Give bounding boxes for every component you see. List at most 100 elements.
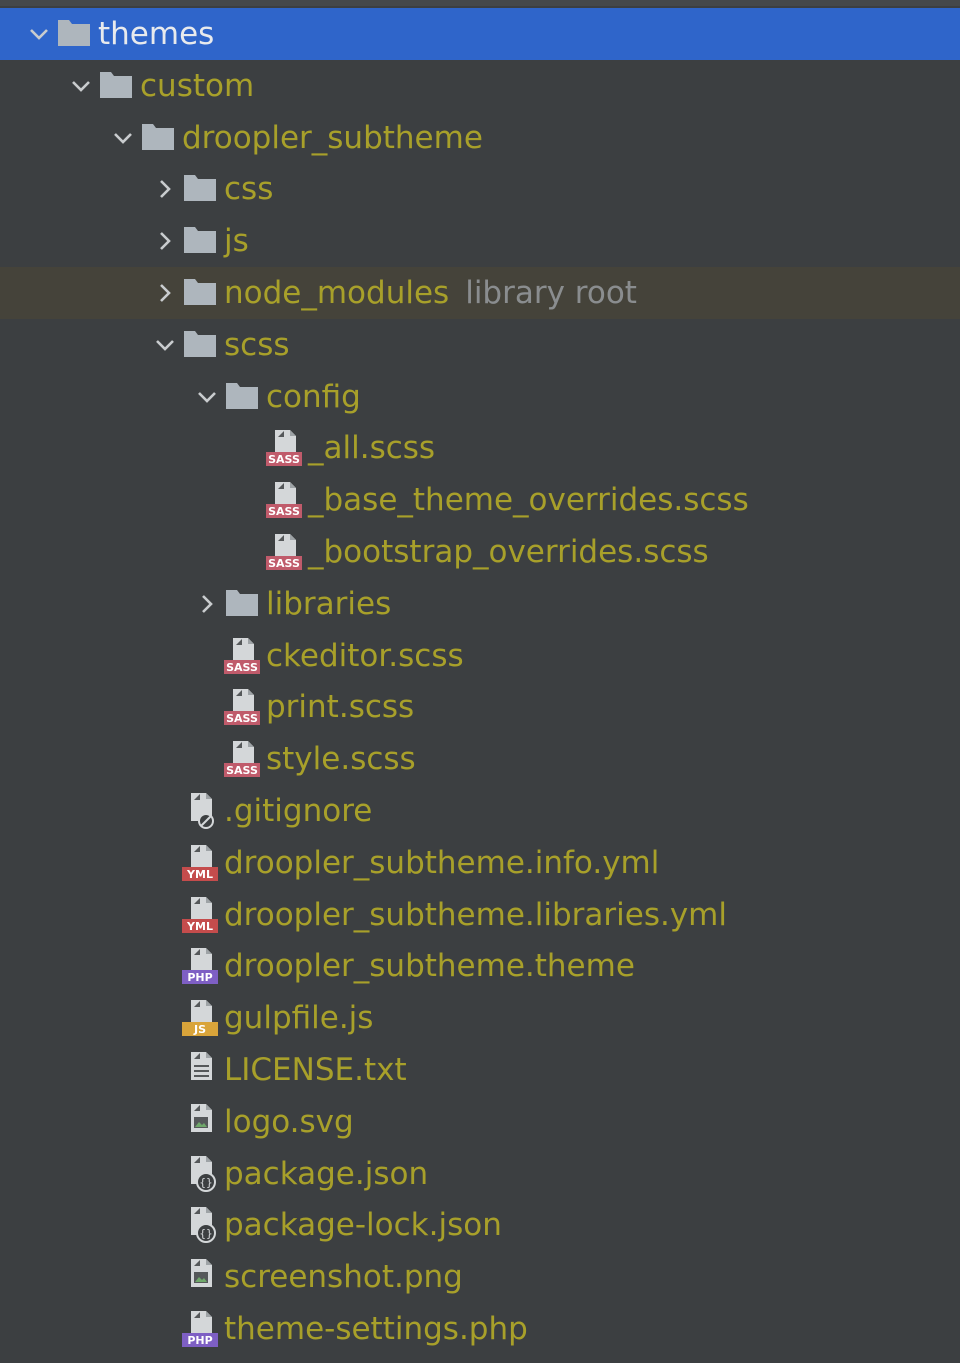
tree-folder-row[interactable]: libraries bbox=[0, 578, 960, 630]
tree-item-label: _all.scss bbox=[308, 430, 436, 467]
chevron-right-icon[interactable] bbox=[190, 578, 224, 630]
tree-item-label: droopler_subtheme bbox=[182, 119, 483, 156]
tree-item-label: custom bbox=[140, 67, 255, 104]
folder-icon bbox=[98, 60, 136, 112]
php-file-icon: PHP bbox=[182, 1303, 220, 1355]
tree-file-row[interactable]: screenshot.png bbox=[0, 1251, 960, 1303]
tree-file-row[interactable]: PHP theme-settings.php bbox=[0, 1303, 960, 1355]
tree-item-label: libraries bbox=[266, 585, 392, 622]
chevron-right-icon[interactable] bbox=[148, 215, 182, 267]
tree-item-label: _base_theme_overrides.scss bbox=[308, 482, 749, 519]
tree-file-row[interactable]: YML droopler_subtheme.libraries.yml bbox=[0, 889, 960, 941]
chevron-down-icon[interactable] bbox=[64, 60, 98, 112]
svg-text:SASS: SASS bbox=[268, 557, 300, 570]
tree-item-label: droopler_subtheme.libraries.yml bbox=[224, 896, 727, 933]
tree-file-row[interactable]: SASS _base_theme_overrides.scss bbox=[0, 474, 960, 526]
tree-file-row[interactable]: {} package-lock.json bbox=[0, 1199, 960, 1251]
tree-item-label: style.scss bbox=[266, 741, 416, 778]
tree-file-row[interactable]: LICENSE.txt bbox=[0, 1044, 960, 1096]
tree-item-label: screenshot.png bbox=[224, 1259, 463, 1296]
tree-file-row[interactable]: .gitignore bbox=[0, 785, 960, 837]
tree-folder-row[interactable]: css bbox=[0, 163, 960, 215]
tree-file-row[interactable]: logo.svg bbox=[0, 1096, 960, 1148]
library-root-hint: library root bbox=[465, 275, 637, 311]
tree-item-label: package-lock.json bbox=[224, 1207, 502, 1244]
json-file-icon: {} bbox=[182, 1148, 220, 1200]
tree-item-label: _bootstrap_overrides.scss bbox=[308, 534, 709, 570]
tree-item-label: print.scss bbox=[266, 689, 415, 726]
svg-text:PHP: PHP bbox=[187, 971, 212, 984]
chevron-right-icon[interactable] bbox=[148, 163, 182, 215]
tree-item-label: css bbox=[224, 171, 274, 208]
svg-text:SASS: SASS bbox=[226, 661, 258, 674]
svg-text:YML: YML bbox=[186, 868, 213, 881]
php-file-icon: PHP bbox=[182, 940, 220, 992]
tree-folder-row[interactable]: scss bbox=[0, 319, 960, 371]
sass-file-icon: SASS bbox=[224, 733, 262, 785]
yml-file-icon: YML bbox=[182, 889, 220, 941]
tree-item-label: ckeditor.scss bbox=[266, 637, 464, 674]
image-file-icon bbox=[182, 1251, 220, 1303]
tree-folder-row[interactable]: node_modules library root bbox=[0, 267, 960, 319]
folder-icon bbox=[182, 163, 220, 215]
tree-item-label: scss bbox=[224, 326, 290, 363]
folder-icon bbox=[140, 112, 178, 164]
svg-text:SASS: SASS bbox=[268, 505, 300, 518]
svg-text:YML: YML bbox=[186, 920, 213, 933]
yml-file-icon: YML bbox=[182, 837, 220, 889]
chevron-right-icon[interactable] bbox=[148, 267, 182, 319]
folder-icon bbox=[224, 371, 262, 423]
tree-file-row[interactable]: SASS _all.scss bbox=[0, 422, 960, 474]
panel-top-border bbox=[0, 0, 960, 6]
sass-file-icon: SASS bbox=[224, 681, 262, 733]
folder-icon bbox=[182, 267, 220, 319]
chevron-down-icon[interactable] bbox=[148, 319, 182, 371]
tree-file-row[interactable]: SASS print.scss bbox=[0, 681, 960, 733]
tree-folder-row[interactable]: config bbox=[0, 371, 960, 423]
svg-text:PHP: PHP bbox=[187, 1334, 212, 1347]
tree-item-label: node_modules bbox=[224, 275, 450, 311]
folder-icon bbox=[182, 319, 220, 371]
svg-text:SASS: SASS bbox=[268, 453, 300, 466]
tree-item-label: theme-settings.php bbox=[224, 1311, 528, 1347]
chevron-down-icon[interactable] bbox=[190, 371, 224, 423]
text-file-icon bbox=[182, 1044, 220, 1096]
tree-file-row[interactable]: PHP droopler_subtheme.theme bbox=[0, 940, 960, 992]
folder-icon bbox=[224, 578, 262, 630]
tree-item-label: js bbox=[224, 223, 249, 260]
tree-item-label: droopler_subtheme.info.yml bbox=[224, 844, 660, 881]
tree-folder-row[interactable]: themes bbox=[0, 8, 960, 60]
sass-file-icon: SASS bbox=[224, 630, 262, 682]
tree-file-row[interactable]: SASS ckeditor.scss bbox=[0, 630, 960, 682]
tree-folder-row[interactable]: js bbox=[0, 215, 960, 267]
js-file-icon: JS bbox=[182, 992, 220, 1044]
tree-item-label: themes bbox=[98, 16, 215, 52]
tree-file-row[interactable]: {} package.json bbox=[0, 1148, 960, 1200]
tree-file-row[interactable]: SASS style.scss bbox=[0, 733, 960, 785]
chevron-down-icon[interactable] bbox=[22, 8, 56, 60]
chevron-down-icon[interactable] bbox=[106, 112, 140, 164]
ignore-file-icon bbox=[182, 785, 220, 837]
json-file-icon: {} bbox=[182, 1199, 220, 1251]
tree-item-label: logo.svg bbox=[224, 1103, 354, 1140]
tree-item-label: gulpfile.js bbox=[224, 1000, 374, 1037]
image-file-icon bbox=[182, 1096, 220, 1148]
svg-text:SASS: SASS bbox=[226, 764, 258, 777]
tree-folder-row[interactable]: droopler_subtheme bbox=[0, 112, 960, 164]
svg-text:JS: JS bbox=[193, 1023, 206, 1036]
tree-folder-row[interactable]: custom bbox=[0, 60, 960, 112]
folder-icon bbox=[182, 215, 220, 267]
svg-text:{}: {} bbox=[199, 1176, 212, 1189]
tree-file-row[interactable]: JS gulpfile.js bbox=[0, 992, 960, 1044]
svg-text:{}: {} bbox=[199, 1227, 212, 1240]
project-tree: themes custom droopler_subthemecss js node_m… bbox=[0, 0, 960, 1363]
sass-file-icon: SASS bbox=[266, 422, 304, 474]
tree-item-label: LICENSE.txt bbox=[224, 1052, 407, 1088]
tree-item-label: .gitignore bbox=[224, 793, 373, 829]
tree-file-row[interactable]: SASS _bootstrap_overrides.scss bbox=[0, 526, 960, 578]
folder-icon bbox=[56, 8, 94, 60]
tree-file-row[interactable]: YML droopler_subtheme.info.yml bbox=[0, 837, 960, 889]
tree-item-label: droopler_subtheme.theme bbox=[224, 948, 635, 985]
tree-item-label: config bbox=[266, 378, 361, 415]
svg-text:SASS: SASS bbox=[226, 712, 258, 725]
